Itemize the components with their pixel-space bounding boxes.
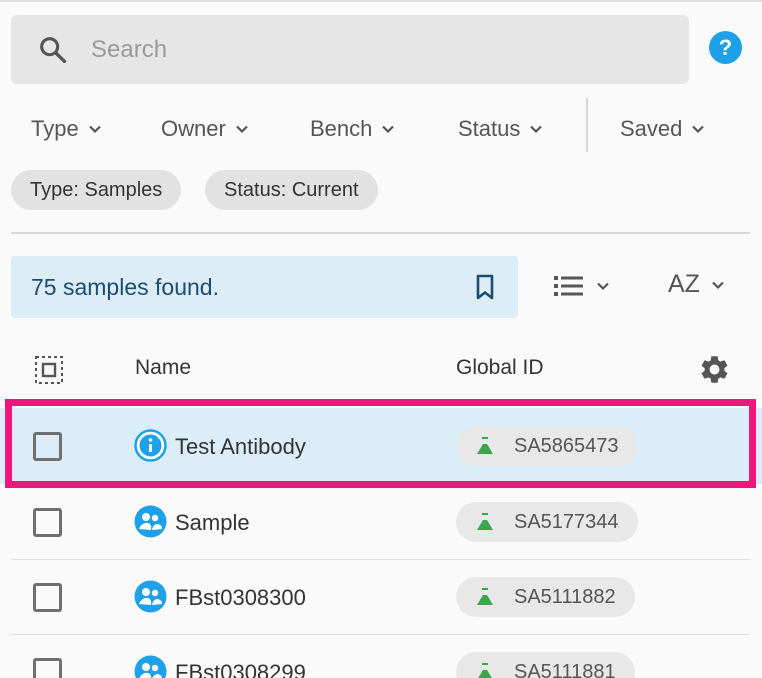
table-row[interactable]: FBst0308299 SA5111881 (0, 634, 762, 678)
global-id-chip[interactable]: SA5111882 (456, 577, 635, 617)
filter-divider (586, 98, 588, 152)
sample-group-icon (134, 580, 167, 613)
highlight-frame (5, 399, 756, 488)
filter-owner[interactable]: Owner (161, 112, 250, 146)
flask-icon (477, 513, 493, 530)
flask-icon (477, 588, 493, 605)
row-name[interactable]: FBst0308299 (175, 660, 306, 678)
filter-status[interactable]: Status (458, 112, 544, 146)
filter-type-label: Type (31, 116, 79, 141)
global-id-chip[interactable]: SA5177344 (456, 502, 638, 542)
help-icon[interactable]: ? (709, 31, 742, 64)
global-id-text: SA5177344 (514, 510, 619, 533)
sort-label: AZ (668, 270, 700, 298)
view-mode-toggle[interactable] (553, 273, 611, 299)
chevron-down-icon (530, 125, 543, 134)
filter-saved-label: Saved (620, 116, 683, 141)
active-filter-chip[interactable]: Status: Current (205, 170, 378, 210)
row-checkbox[interactable] (33, 658, 62, 678)
chevron-down-icon (712, 281, 724, 289)
top-border (0, 0, 762, 2)
row-checkbox[interactable] (33, 508, 62, 537)
sort-toggle[interactable]: AZ (668, 270, 726, 299)
table-row[interactable]: FBst0308300 SA5111882 (0, 559, 762, 635)
sample-group-icon (134, 505, 167, 538)
gear-icon[interactable] (698, 353, 731, 386)
global-id-text: SA5111881 (514, 660, 616, 678)
search-bar[interactable] (11, 15, 689, 84)
filter-bench-label: Bench (310, 116, 373, 141)
filter-saved[interactable]: Saved (620, 112, 706, 146)
global-id-chip[interactable]: SA5111881 (456, 652, 635, 678)
section-divider (11, 232, 750, 234)
list-view-icon (554, 276, 583, 296)
search-icon (40, 36, 67, 63)
results-banner: 75 samples found. (11, 256, 518, 318)
chevron-down-icon (236, 125, 248, 134)
filter-bench[interactable]: Bench (310, 112, 396, 146)
active-filter-chip[interactable]: Type: Samples (11, 170, 182, 210)
filter-type[interactable]: Type (31, 112, 103, 146)
column-header-name[interactable]: Name (135, 356, 191, 380)
search-input[interactable] (91, 35, 651, 64)
row-checkbox[interactable] (33, 583, 62, 612)
filter-status-label: Status (458, 116, 521, 141)
chevron-down-icon (382, 125, 395, 134)
sample-group-icon (134, 655, 167, 678)
chevron-down-icon (597, 282, 609, 291)
filter-owner-label: Owner (161, 116, 226, 141)
chevron-down-icon (88, 125, 101, 134)
flask-icon (478, 663, 492, 678)
table-row[interactable]: Sample SA5177344 (0, 484, 762, 560)
bookmark-icon[interactable] (474, 273, 496, 301)
column-header-global-id[interactable]: Global ID (456, 356, 544, 380)
results-count: 75 samples found. (31, 273, 219, 300)
row-name[interactable]: Sample (175, 510, 250, 536)
row-name[interactable]: FBst0308300 (175, 585, 306, 611)
chevron-down-icon (692, 125, 705, 134)
select-all-icon[interactable] (34, 355, 64, 385)
global-id-text: SA5111882 (514, 585, 616, 608)
